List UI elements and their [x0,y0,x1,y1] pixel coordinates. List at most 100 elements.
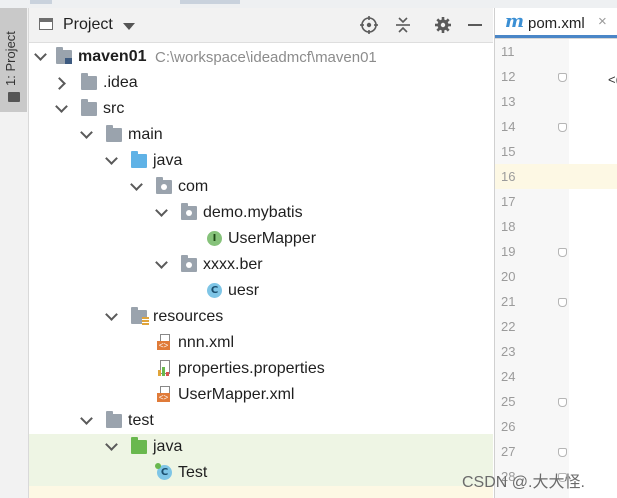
properties-file-icon [157,360,171,376]
test-folder-icon [131,437,147,454]
line-number: 11 [501,44,515,59]
tree-item-label: java [153,438,183,455]
line-number-gutter: 11 12 13 14 15 16 17 18 19 20 21 22 23 2… [495,39,569,498]
line-number: 17 [501,194,516,209]
tree-item-label: xxxx.ber [203,256,263,273]
fold-icon[interactable] [558,73,567,82]
tree-item-label: UserMapper.xml [178,386,295,403]
line-number: 16 [495,164,569,189]
tree-item-label: main [128,126,163,143]
tree-item-nnn-xml[interactable]: <> nnn.xml [29,330,493,356]
tree-item-properties[interactable]: properties.properties [29,356,493,382]
line-number: 13 [501,94,516,109]
line-number: 12 [495,64,569,89]
fold-icon[interactable] [558,248,567,257]
folder-icon [106,411,122,428]
panel-title[interactable]: Project [63,16,113,34]
line-number: 18 [501,219,516,234]
tree-item-usermapper[interactable]: I UserMapper [29,226,493,252]
chevron-down-icon[interactable] [105,308,118,321]
folder-icon [106,125,122,142]
chevron-down-icon[interactable] [123,23,135,30]
package-icon [156,177,172,194]
module-path: C:\workspace\ideadmcf\maven01 [155,49,377,66]
chevron-down-icon[interactable] [155,204,168,217]
chevron-down-icon[interactable] [80,126,93,139]
tree-item-usermapper-xml[interactable]: <> UserMapper.xml [29,382,493,408]
folder-icon [81,99,97,116]
tree-item-java[interactable]: java [29,148,493,174]
tree-item-uesr[interactable]: C uesr [29,278,493,304]
chevron-down-icon[interactable] [105,152,118,165]
tree-item-label: test [128,412,154,429]
tab-label: pom.xml [528,15,585,32]
tree-item-label: .idea [103,74,138,91]
editor-area: m pom.xml × 11 12 13 14 15 16 17 18 19 2… [494,8,617,498]
line-number: 27 [495,439,569,464]
tree-item-label: java [153,152,183,169]
tree-item-main[interactable]: main [29,122,493,148]
fold-icon[interactable] [558,398,567,407]
minimize-icon[interactable] [465,15,485,35]
chevron-down-icon[interactable] [80,412,93,425]
project-view-icon [39,18,53,30]
top-strip-mark [30,0,52,4]
chevron-down-icon[interactable] [55,100,68,113]
tree-item-label: properties.properties [178,360,325,377]
xml-file-icon: <> [157,334,171,350]
line-number: 14 [495,114,569,139]
line-number: 22 [501,319,516,334]
package-icon [181,255,197,272]
chevron-down-icon[interactable] [105,438,118,451]
line-number: 25 [495,389,569,414]
chevron-down-icon[interactable] [130,178,143,191]
line-number: 23 [501,344,516,359]
line-number: 15 [501,144,516,159]
top-strip-mark [180,0,240,4]
interface-icon: I [207,231,222,246]
test-class-icon: C [155,463,172,480]
tree-item-test-java[interactable]: java [29,434,493,460]
tree-item-test[interactable]: test [29,408,493,434]
code-fragment[interactable]: <( [608,72,617,87]
tree-item-com[interactable]: com [29,174,493,200]
fold-icon[interactable] [558,448,567,457]
tree-item-label: Test [178,464,208,481]
tree-item-label: com [178,178,209,195]
tree-item-maven01[interactable]: maven01 C:\workspace\ideadmcf\maven01 [29,44,493,70]
line-number: 26 [501,419,516,434]
class-icon: C [207,283,222,298]
tree-item-label: demo.mybatis [203,204,303,221]
project-panel: Project maven01 C:\workspace\ideadmcf\ma… [29,8,493,498]
close-icon[interactable]: × [598,13,607,30]
tree-item-label: nnn.xml [178,334,235,351]
source-folder-icon [131,151,147,168]
chevron-down-icon[interactable] [34,48,47,61]
package-icon [181,203,197,220]
tab-pom-xml[interactable]: m pom.xml × [495,8,617,38]
chevron-right-icon[interactable] [53,77,66,90]
locate-icon[interactable] [359,15,379,35]
collapse-all-icon[interactable] [393,15,413,35]
editor-tab-bar: m pom.xml × [495,8,617,39]
tree-item-resources[interactable]: resources [29,304,493,330]
fold-icon[interactable] [558,298,567,307]
folder-icon [8,92,20,102]
line-number: 19 [495,239,569,264]
project-tool-label: 1: Project [3,31,18,86]
tree-item-idea[interactable]: .idea [29,70,493,96]
tree-item-label: resources [153,308,224,325]
chevron-down-icon[interactable] [155,256,168,269]
tree-item-demo-mybatis[interactable]: demo.mybatis [29,200,493,226]
window-top-strip [0,0,617,8]
gear-icon[interactable] [433,15,453,35]
project-tool-button[interactable]: 1: Project [0,8,27,112]
fold-icon[interactable] [558,123,567,132]
tree-item-test-class[interactable]: C Test [29,460,493,486]
resources-folder-icon [131,307,149,326]
tree-item-xxxx-ber[interactable]: xxxx.ber [29,252,493,278]
xml-file-icon: <> [157,386,171,402]
tree-item-src[interactable]: src [29,96,493,122]
tree-row-partial [29,486,493,498]
tool-window-stripe: 1: Project [0,8,29,498]
